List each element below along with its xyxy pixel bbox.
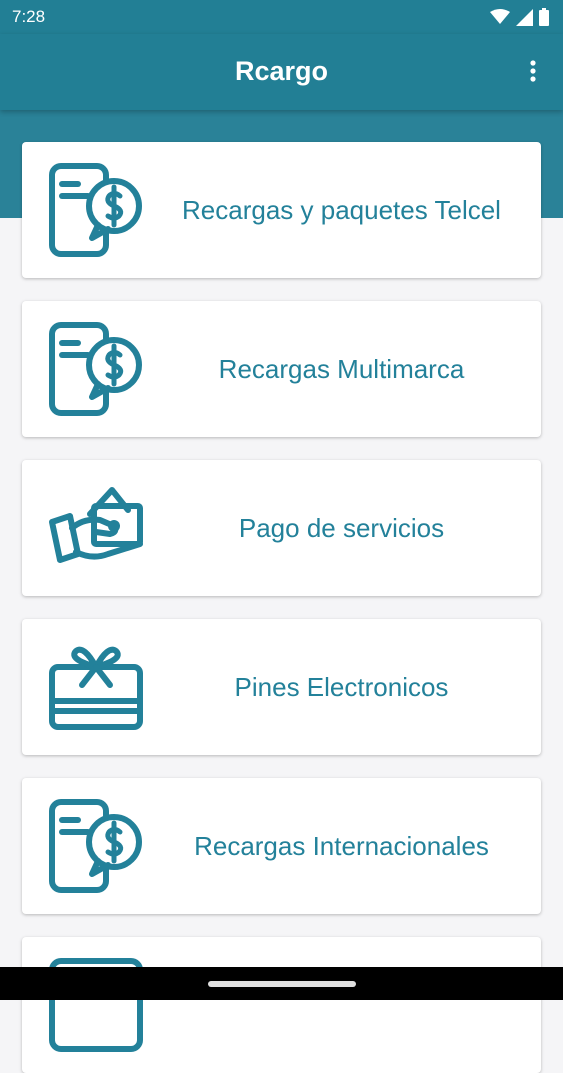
menu-card-label: Pines Electronicos — [234, 671, 449, 702]
more-vert-icon — [530, 60, 536, 82]
menu-list: Recargas y paquetes Telcel Recargas Mult… — [0, 0, 563, 1073]
menu-card-label: Recargas Internacionales — [194, 830, 489, 861]
phone-dollar-icon — [49, 163, 142, 257]
menu-card-partial[interactable] — [22, 937, 541, 1073]
menu-card-label: Pago de servicios — [238, 512, 445, 543]
hand-payment-icon — [49, 487, 143, 563]
menu-card-recargas-telcel[interactable]: Recargas y paquetes Telcel — [22, 142, 541, 278]
menu-card-recargas-internacionales[interactable]: Recargas Internacionales — [22, 778, 541, 914]
phone-dollar-icon — [49, 322, 142, 416]
home-gesture-handle[interactable] — [208, 981, 356, 987]
phone-dollar-icon — [49, 799, 142, 893]
gift-card-icon — [49, 646, 143, 730]
menu-card-recargas-multimarca[interactable]: Recargas Multimarca — [22, 301, 541, 437]
app-title: Rcargo — [234, 56, 329, 86]
overflow-menu-button[interactable] — [523, 58, 543, 86]
menu-card-label: Recargas y paquetes Telcel — [182, 194, 501, 225]
system-navigation-bar — [0, 967, 563, 1000]
menu-card-pago-servicios[interactable]: Pago de servicios — [22, 460, 541, 596]
app-bar: Rcargo — [0, 34, 563, 110]
menu-card-pines-electronicos[interactable]: Pines Electronicos — [22, 619, 541, 755]
menu-card-label: Recargas Multimarca — [218, 353, 465, 384]
